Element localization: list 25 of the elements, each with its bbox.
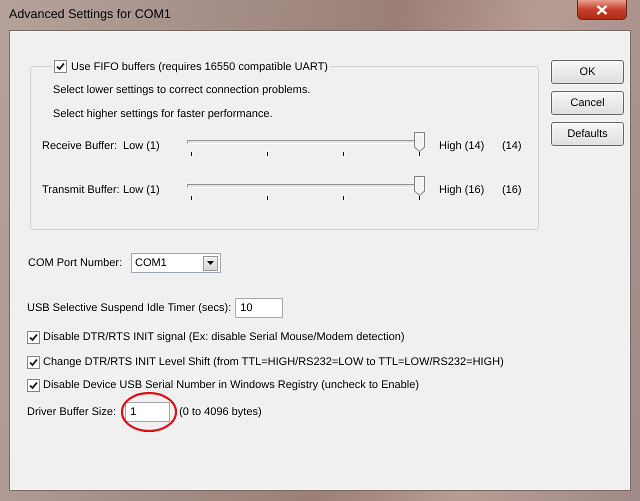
- hint-text: Select lower settings to correct connection problems.: [53, 83, 312, 97]
- slider-max-label: High (14): [439, 140, 486, 154]
- slider-min-label: Low (1): [123, 140, 161, 154]
- checkbox-label: Disable DTR/RTS INIT signal (Ex: disable Serial Mouse/Modem detection): [43, 331, 405, 343]
- checkbox-label: Disable Device USB Serial Number in Windows Registry (uncheck to Enable): [43, 379, 419, 391]
- slider-label: Receive Buffer:: [42, 140, 118, 154]
- field-label: USB Selective Suspend Idle Timer (secs):: [27, 302, 232, 314]
- field-label: Driver Buffer Size:: [27, 406, 116, 418]
- checkbox-label: Change DTR/RTS INIT Level Shift (from TTL=HIGH/RS232=LOW to TTL=LOW/RS232=HIGH): [43, 356, 504, 368]
- window-title: Advanced Settings for COM1: [9, 7, 171, 21]
- hint-text: (0 to 4096 bytes): [179, 406, 262, 418]
- com-port-dropdown[interactable]: COM1: [131, 253, 221, 273]
- input-field[interactable]: 10: [235, 298, 284, 318]
- dialog-button[interactable]: OK: [551, 60, 624, 84]
- slider-label: Transmit Buffer:: [42, 184, 121, 198]
- hint-text: Select higher settings for faster performance.: [53, 107, 274, 121]
- dialog-button[interactable]: Cancel: [551, 91, 624, 115]
- slider-value: (16): [502, 184, 522, 198]
- slider-min-label: Low (1): [123, 184, 161, 198]
- slider-max-label: High (16): [439, 184, 486, 198]
- field-label: COM Port Number:: [28, 257, 124, 269]
- checkbox-label: Use FIFO buffers (requires 16550 compatible UART): [71, 60, 328, 72]
- dialog-button[interactable]: Defaults: [551, 122, 624, 146]
- slider-value: (14): [502, 140, 522, 154]
- input-field[interactable]: 1: [125, 402, 170, 422]
